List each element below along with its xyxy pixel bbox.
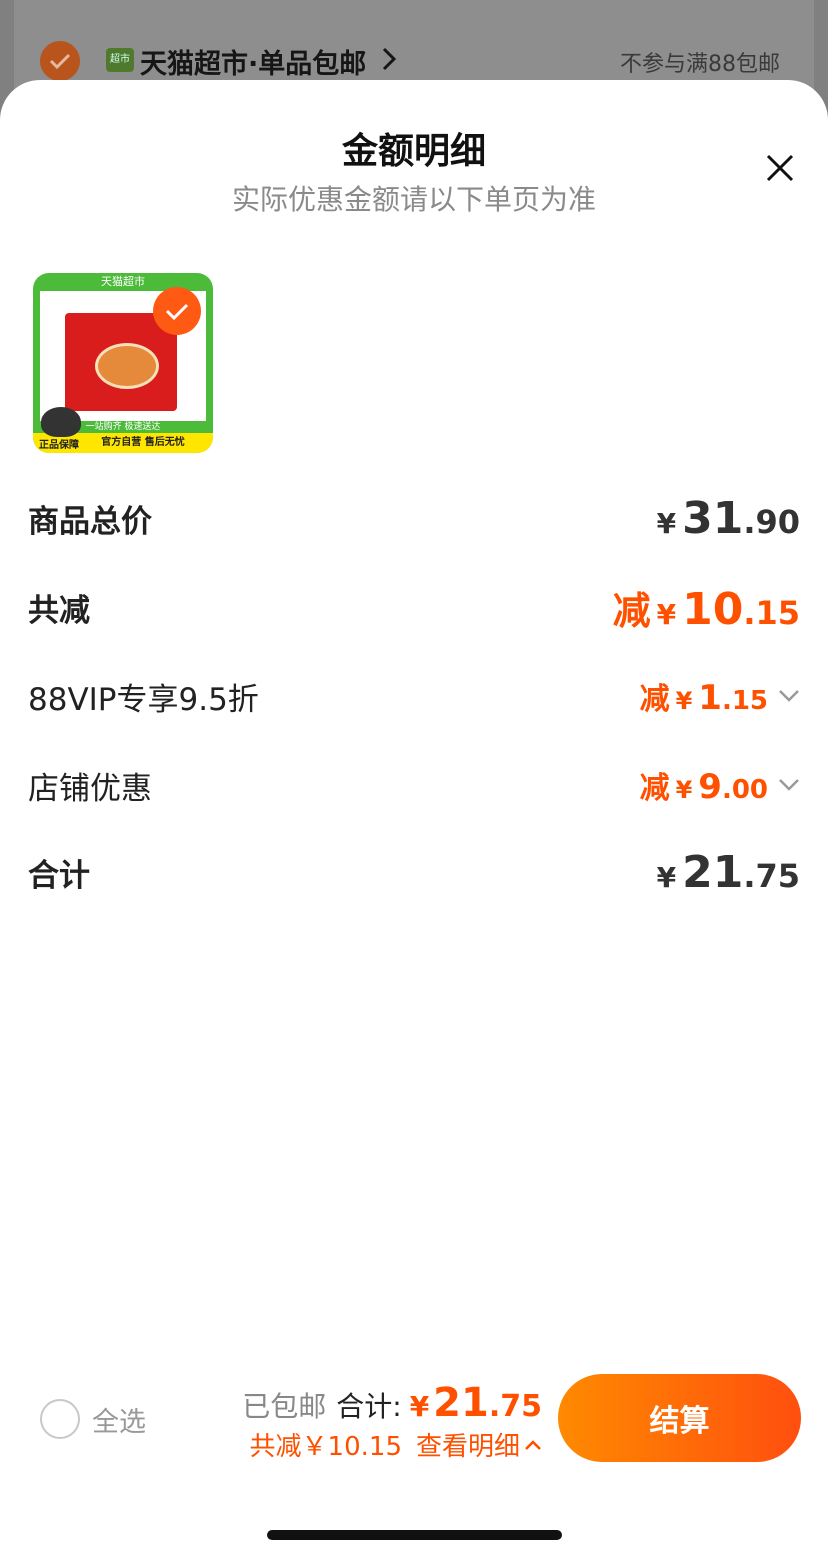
amount-detail-sheet: 金额明细 实际优惠金额请以下单页为准 天猫超市 一站购齐 极速送达 官方自营 售… [0, 80, 828, 1555]
price-integer: 10 [682, 583, 744, 635]
close-icon[interactable] [762, 150, 798, 186]
checkmark-icon [165, 303, 189, 320]
select-all-label: 全选 [92, 1406, 146, 1438]
total-label: 合计 [28, 857, 90, 894]
total-value: ¥ 21 .75 [657, 847, 800, 898]
store-discount-value: 减 ¥ 9 .00 [640, 763, 768, 807]
subtotal-row: 商品总价 ¥ 31 .90 [28, 493, 800, 544]
sheet-subtitle: 实际优惠金额请以下单页为准 [231, 183, 596, 216]
product-selected-check[interactable] [153, 287, 201, 335]
noodle-bowl-image [95, 343, 159, 389]
bottom-total-decimal: .75 [488, 1389, 542, 1424]
view-detail-label: 查看明细 [415, 1432, 520, 1462]
store-discount-label: 店铺优惠 [28, 770, 152, 807]
view-detail-link[interactable]: 查看明细 [416, 1426, 542, 1463]
store-discount-toggle[interactable]: 减 ¥ 9 .00 [640, 763, 800, 807]
total-discount-value: 减 ¥ 10 .15 [613, 580, 800, 635]
price-decimal: .00 [721, 775, 768, 805]
checkmark-icon [49, 53, 71, 70]
discount-prefix: 减 [639, 682, 670, 717]
vip-discount-value: 减 ¥ 1 .15 [640, 674, 768, 718]
store-select-checkbox[interactable] [40, 41, 80, 81]
chevron-up-icon [525, 1439, 541, 1450]
tmall-cat-icon [41, 407, 81, 437]
price-decimal: .15 [743, 593, 800, 632]
chevron-right-icon [382, 47, 396, 71]
store-discount-row[interactable]: 店铺优惠 减 ¥ 9 .00 [28, 760, 800, 810]
shipping-status: 已包邮 [242, 1390, 327, 1423]
chevron-down-icon [779, 690, 799, 702]
vip-discount-label: 88VIP专享9.5折 [28, 681, 259, 718]
currency-symbol: ¥ [675, 687, 693, 715]
bottom-discount-text: 共减￥10.15 [249, 1432, 402, 1462]
guarantee-label: 正品保障 [39, 440, 79, 451]
price-integer: 21 [682, 846, 744, 898]
total-row: 合计 ¥ 21 .75 [28, 847, 800, 898]
vip-discount-row[interactable]: 88VIP专享9.5折 减 ¥ 1 .15 [28, 671, 800, 721]
discount-prefix: 减 [639, 771, 670, 806]
price-decimal: .75 [743, 856, 800, 895]
home-indicator[interactable] [267, 1530, 562, 1540]
price-decimal: .15 [721, 686, 768, 716]
bottom-total-summary: 已包邮 合计: ¥ 21 .75 [242, 1380, 542, 1426]
total-discount-label: 共减 [28, 592, 90, 629]
select-all-checkbox[interactable]: 全选 [40, 1399, 146, 1439]
checkout-button[interactable]: 结算 [558, 1374, 801, 1462]
subtotal-value: ¥ 31 .90 [657, 493, 800, 544]
radio-circle-icon[interactable] [40, 1399, 80, 1439]
vip-discount-toggle[interactable]: 减 ¥ 1 .15 [640, 674, 800, 718]
bottom-total-integer: 21 [433, 1380, 489, 1426]
discount-prefix: 减 [612, 588, 651, 633]
price-integer: 1 [698, 678, 722, 718]
subtotal-label: 商品总价 [28, 503, 152, 540]
currency-symbol: ¥ [409, 1390, 430, 1423]
currency-symbol: ¥ [656, 506, 677, 540]
price-integer: 9 [698, 767, 722, 807]
bottom-discount-summary: 共减￥10.15 查看明细 [250, 1426, 542, 1463]
store-name-link[interactable]: 天猫超市·单品包邮 [140, 42, 366, 81]
chevron-down-icon [779, 779, 799, 791]
store-logo: 超市 [106, 48, 134, 72]
currency-symbol: ¥ [656, 860, 677, 894]
sheet-title: 金额明细 [341, 131, 486, 172]
currency-symbol: ¥ [656, 597, 677, 631]
currency-symbol: ¥ [675, 776, 693, 804]
bottom-total-label: 合计: [336, 1390, 402, 1423]
price-decimal: .90 [743, 502, 800, 541]
shipping-note: 不参与满88包邮 [620, 52, 780, 77]
product-thumbnail[interactable]: 天猫超市 一站购齐 极速送达 官方自营 售后无忧 正品保障 [33, 273, 213, 453]
price-integer: 31 [682, 492, 744, 544]
total-discount-row: 共减 减 ¥ 10 .15 [28, 580, 800, 635]
